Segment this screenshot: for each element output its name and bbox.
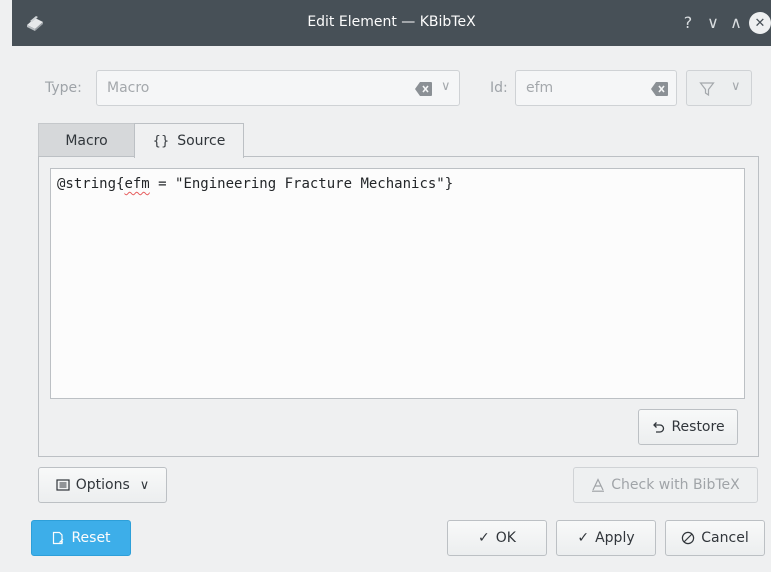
cancel-icon bbox=[682, 531, 695, 545]
tab-source[interactable]: {} Source bbox=[134, 123, 244, 158]
checkmark-icon: ✓ bbox=[478, 530, 490, 546]
options-button[interactable]: Options ∨ bbox=[38, 467, 167, 503]
clear-id-icon[interactable] bbox=[651, 81, 669, 97]
tab-source-label: Source bbox=[177, 133, 226, 149]
type-label: Type: bbox=[45, 80, 82, 96]
cancel-button[interactable]: Cancel bbox=[665, 520, 765, 556]
restore-button[interactable]: Restore bbox=[638, 409, 738, 445]
check-with-bibtex-button[interactable]: Check with BibTeX bbox=[573, 467, 758, 503]
type-value: Macro bbox=[107, 80, 150, 96]
filter-menu-button[interactable]: ∨ bbox=[686, 70, 752, 106]
options-list-icon bbox=[56, 479, 70, 491]
help-icon[interactable]: ? bbox=[677, 11, 699, 33]
misspelled-word: efm bbox=[124, 176, 150, 192]
apply-button[interactable]: ✓ Apply bbox=[556, 520, 656, 556]
minimize-icon[interactable]: ∨ bbox=[702, 11, 724, 33]
clear-type-icon[interactable] bbox=[415, 81, 433, 97]
window-title: Edit Element — KBibTeX bbox=[307, 14, 476, 30]
chevron-down-icon: ∨ bbox=[139, 477, 150, 493]
close-icon[interactable]: ✕ bbox=[749, 12, 771, 34]
text-check-icon bbox=[592, 478, 605, 492]
reset-button[interactable]: Reset bbox=[31, 520, 131, 556]
tab-macro[interactable]: Macro bbox=[38, 123, 135, 157]
reset-document-icon bbox=[53, 531, 64, 545]
checkmark-icon: ✓ bbox=[577, 530, 590, 546]
id-field[interactable]: efm bbox=[515, 70, 677, 106]
chevron-down-icon: ∨ bbox=[731, 79, 741, 94]
source-editor[interactable]: @string{efm = "Engineering Fracture Mech… bbox=[50, 168, 745, 399]
tab-macro-label: Macro bbox=[65, 132, 108, 149]
title-bar: Edit Element — KBibTeX ? ∨ ∧ ✕ bbox=[12, 0, 771, 46]
type-combobox[interactable]: Macro ∨ bbox=[96, 70, 460, 106]
chevron-down-icon[interactable]: ∨ bbox=[441, 79, 451, 94]
funnel-icon bbox=[699, 82, 715, 97]
braces-icon: {} bbox=[152, 133, 170, 149]
id-value: efm bbox=[526, 80, 554, 96]
undo-icon bbox=[653, 422, 665, 433]
id-label: Id: bbox=[490, 80, 508, 96]
maximize-icon[interactable]: ∧ bbox=[725, 11, 747, 33]
ok-button[interactable]: ✓ OK bbox=[447, 520, 547, 556]
